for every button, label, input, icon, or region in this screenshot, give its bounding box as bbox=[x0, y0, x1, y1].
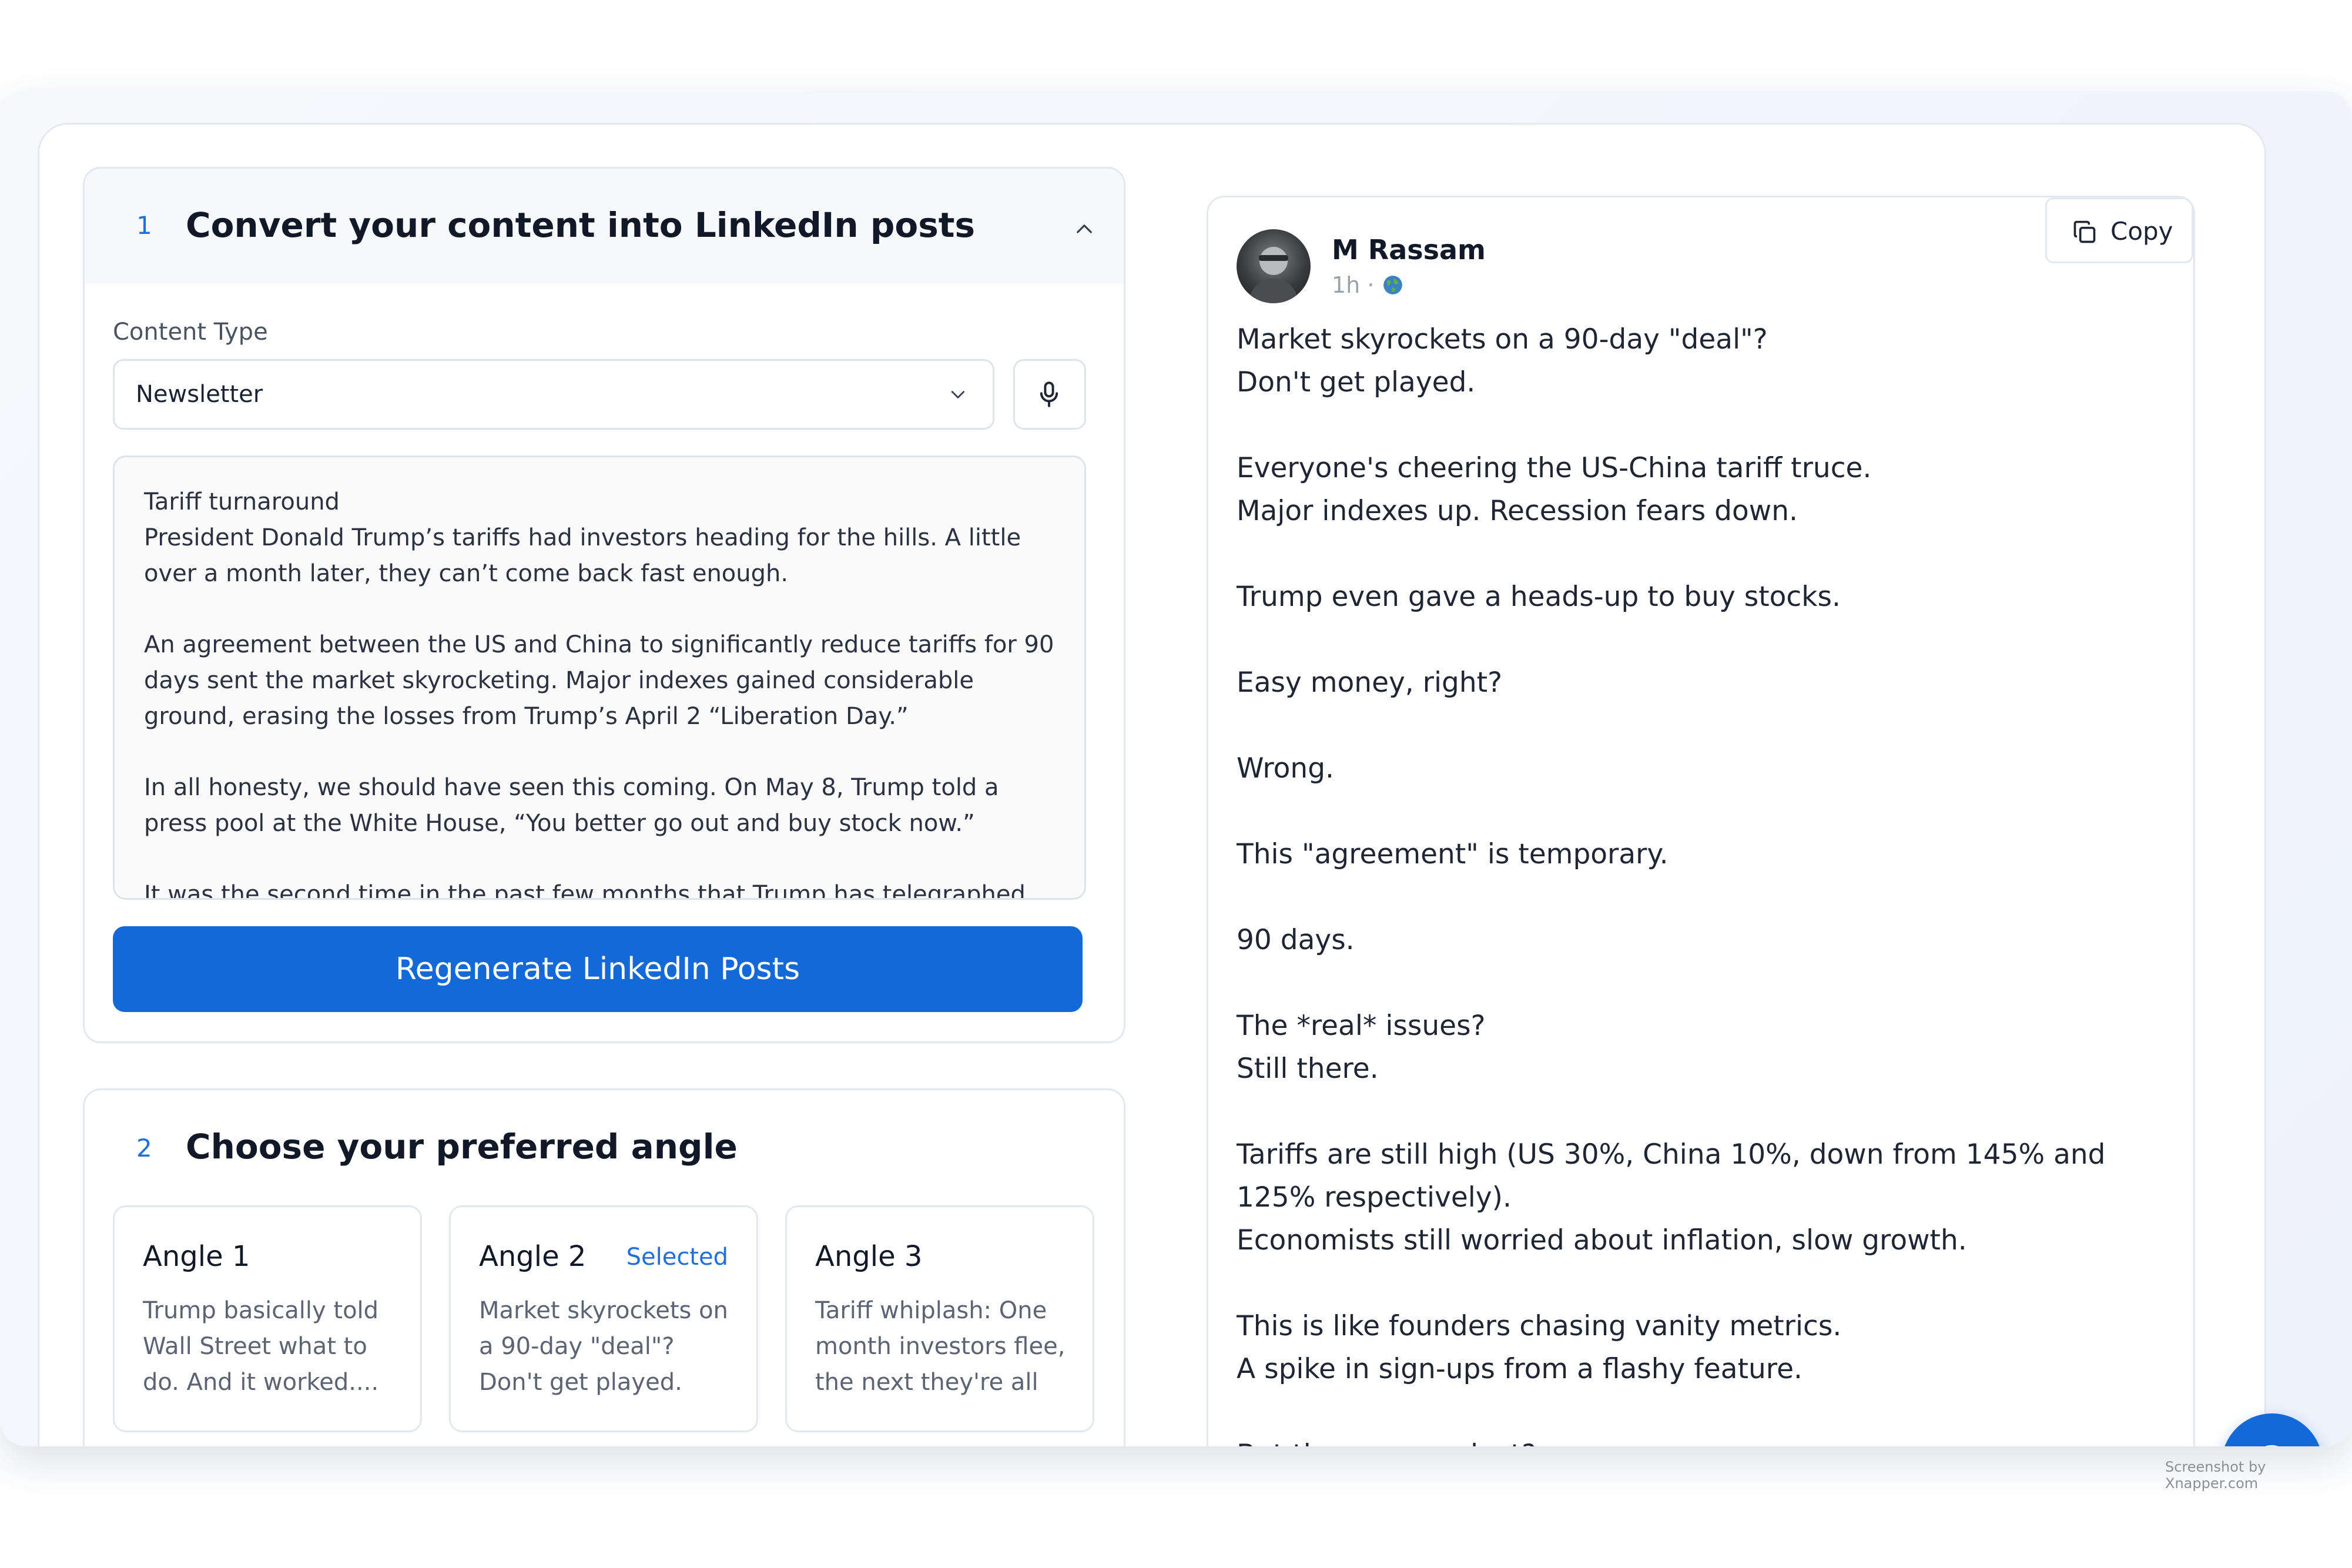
main-panel: 1 Convert your content into LinkedIn pos… bbox=[38, 123, 2266, 1446]
globe-icon bbox=[1383, 276, 1402, 294]
angle-preview: Market skyrockets on a 90-day "deal"? Do… bbox=[479, 1297, 728, 1396]
content-type-label: Content Type bbox=[113, 319, 268, 346]
watermark: Screenshot by Xnapper.com bbox=[2165, 1459, 2266, 1492]
post-time: 1h · bbox=[1332, 272, 1375, 298]
avatar bbox=[1237, 229, 1311, 303]
post-paragraph: Market skyrockets on a 90-day "deal"? Do… bbox=[1237, 323, 1768, 398]
app-window: 1 Convert your content into LinkedIn pos… bbox=[0, 91, 2352, 1446]
angle-preview: Trump basically told Wall Street what to… bbox=[143, 1297, 379, 1396]
source-paragraph: It was the second time in the past few m… bbox=[144, 881, 1026, 900]
post-paragraph: This "agreement" is temporary. bbox=[1237, 838, 1668, 870]
choose-angle-card: 2 Choose your preferred angle Angle 1 Tr… bbox=[83, 1088, 1125, 1446]
post-paragraph: Everyone's cheering the US-China tariff … bbox=[1237, 452, 1872, 527]
content-type-value: Newsletter bbox=[136, 381, 263, 408]
regenerate-posts-button[interactable]: Regenerate LinkedIn Posts bbox=[113, 926, 1083, 1012]
post-paragraph: Tariffs are still high (US 30%, China 10… bbox=[1237, 1138, 2106, 1257]
source-content-textarea[interactable]: Tariff turnaround President Donald Trump’… bbox=[113, 455, 1086, 900]
post-paragraph: Wrong. bbox=[1237, 752, 1334, 785]
step-number-2: 2 bbox=[136, 1134, 152, 1162]
post-paragraph: 90 days. bbox=[1237, 924, 1355, 956]
chevron-up-icon[interactable] bbox=[1076, 220, 1093, 238]
microphone-icon bbox=[1040, 381, 1058, 407]
convert-content-card: 1 Convert your content into LinkedIn pos… bbox=[83, 167, 1125, 1043]
post-meta: 1h · bbox=[1332, 272, 1404, 298]
source-paragraph: In all honesty, we should have seen this… bbox=[144, 774, 999, 837]
post-paragraph: This is like founders chasing vanity met… bbox=[1237, 1310, 1842, 1385]
source-paragraph: An agreement between the US and China to… bbox=[144, 631, 1054, 730]
angle-title: Angle 2 bbox=[479, 1240, 587, 1273]
angle-title: Angle 3 bbox=[815, 1240, 923, 1273]
post-body: Market skyrockets on a 90-day "deal"? Do… bbox=[1237, 318, 2153, 1446]
angle-title: Angle 1 bbox=[143, 1240, 250, 1273]
avatar-portrait bbox=[1248, 247, 1299, 303]
author-name: M Rassam bbox=[1332, 234, 1486, 266]
section-1-header[interactable]: 1 Convert your content into LinkedIn pos… bbox=[85, 169, 1124, 284]
source-paragraph: President Donald Trump’s tariffs had inv… bbox=[144, 524, 1021, 587]
source-line-title: Tariff turnaround bbox=[144, 488, 340, 515]
post-paragraph: Easy money, right? bbox=[1237, 666, 1503, 699]
chevron-down-icon bbox=[951, 391, 965, 398]
copy-icon bbox=[2073, 220, 2096, 243]
selected-badge: Selected bbox=[626, 1244, 728, 1271]
linkedin-post-preview: M Rassam 1h · Copy Market skyrockets on … bbox=[1207, 196, 2195, 1446]
angle-card-1[interactable]: Angle 1 Trump basically told Wall Street… bbox=[113, 1205, 422, 1432]
section-1-title: Convert your content into LinkedIn posts bbox=[186, 205, 976, 245]
copy-label: Copy bbox=[2110, 217, 2173, 246]
post-paragraph: The *real* issues? Still there. bbox=[1237, 1010, 1486, 1085]
step-number-1: 1 bbox=[136, 211, 152, 240]
angle-card-3[interactable]: Angle 3 Tariff whiplash: One month inves… bbox=[785, 1205, 1094, 1432]
angle-preview: Tariff whiplash: One month investors fle… bbox=[815, 1297, 1066, 1396]
copy-button[interactable]: Copy bbox=[2045, 197, 2193, 263]
section-2-title: Choose your preferred angle bbox=[186, 1127, 738, 1167]
post-paragraph: Trump even gave a heads-up to buy stocks… bbox=[1237, 581, 1841, 613]
source-content-text: Tariff turnaround President Donald Trump’… bbox=[144, 484, 1061, 900]
post-paragraph: But the core product? bbox=[1237, 1433, 2153, 1446]
content-type-select[interactable]: Newsletter bbox=[113, 359, 994, 430]
chat-bubble-icon bbox=[2265, 1445, 2279, 1446]
microphone-button[interactable] bbox=[1013, 359, 1086, 430]
angle-card-2[interactable]: Angle 2 Selected Market skyrockets on a … bbox=[449, 1205, 758, 1432]
